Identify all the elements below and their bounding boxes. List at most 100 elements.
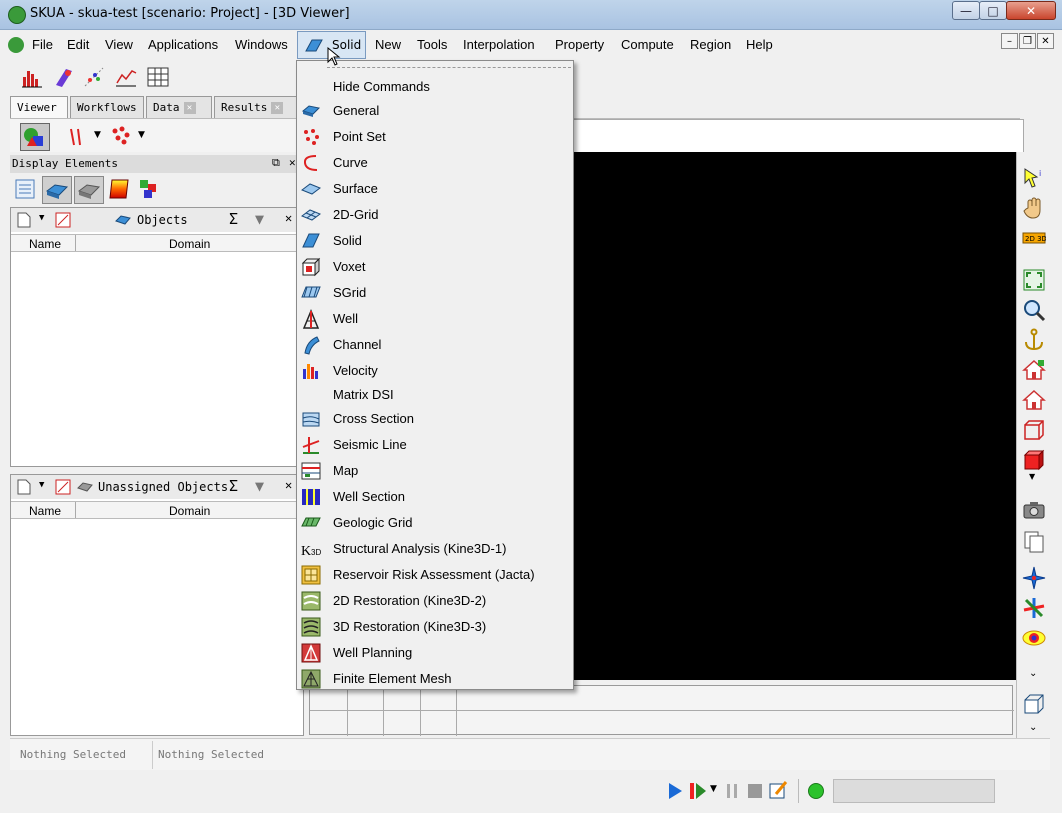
close-icon[interactable]: ✕ (289, 156, 296, 169)
menu-edit[interactable]: Edit (67, 37, 89, 52)
color-eye-icon[interactable] (1022, 626, 1046, 650)
chevron-down-icon[interactable]: ▼ (138, 130, 145, 140)
menu-item-channel[interactable]: Channel (299, 332, 571, 358)
menu-view[interactable]: View (105, 37, 133, 52)
anchor-icon[interactable] (1022, 328, 1046, 352)
menu-property[interactable]: Property (555, 37, 604, 52)
chevron-down-icon[interactable]: ▼ (39, 480, 44, 490)
sum-icon[interactable]: Σ (229, 210, 238, 228)
camera-icon[interactable] (1022, 498, 1046, 522)
tab-results[interactable]: Results ✕ (214, 96, 298, 118)
compass-icon[interactable] (1022, 566, 1046, 590)
property-icon[interactable] (138, 178, 162, 200)
menu-tools[interactable]: Tools (417, 37, 447, 52)
histogram-icon[interactable] (20, 65, 44, 89)
menu-item-structural-analysis-kine3d-1[interactable]: K 3D Structural Analysis (Kine3D-1) (299, 536, 571, 562)
solid-box-icon[interactable] (1022, 448, 1046, 472)
wireframe-box-icon[interactable] (1022, 418, 1046, 442)
tab-close-icon[interactable]: ✕ (271, 102, 284, 114)
menu-new[interactable]: New (375, 37, 401, 52)
zoom-icon[interactable] (1022, 298, 1046, 322)
menu-item-finite-element-mesh[interactable]: Finite Element Mesh (299, 666, 571, 692)
crossplot-icon[interactable] (52, 65, 76, 89)
objects-view-button[interactable] (42, 176, 72, 204)
column-domain[interactable]: Domain (169, 504, 210, 518)
stop-icon[interactable] (746, 781, 764, 801)
unassigned-view-button[interactable] (74, 176, 104, 204)
close-icon[interactable]: ✕ (285, 478, 292, 492)
menu-item-3d-restoration-kine3d-3[interactable]: 3D Restoration (Kine3D-3) (299, 614, 571, 640)
tab-close-icon[interactable]: ✕ (183, 102, 196, 114)
filter-list-icon[interactable] (55, 479, 71, 495)
menu-item-cross-section[interactable]: Cross Section (299, 406, 571, 432)
menu-help[interactable]: Help (746, 37, 773, 52)
edit-script-icon[interactable] (768, 780, 788, 800)
column-name[interactable]: Name (29, 237, 61, 251)
funnel-icon[interactable]: ▼ (255, 477, 264, 495)
2d-3d-toggle-icon[interactable]: 2D 3D (1022, 226, 1046, 250)
colormap-icon[interactable] (108, 178, 130, 200)
menu-item-well-section[interactable]: Well Section (299, 484, 571, 510)
copy-icon[interactable] (1022, 530, 1046, 554)
play-icon[interactable] (666, 781, 684, 801)
menu-item-solid[interactable]: Solid (299, 228, 571, 254)
chevron-down-icon[interactable]: ▼ (710, 784, 717, 794)
menu-item-well[interactable]: Well (299, 306, 571, 332)
menu-item-map[interactable]: Map (299, 458, 571, 484)
menu-item-velocity[interactable]: Velocity (299, 358, 571, 384)
cube-view-icon[interactable] (1022, 692, 1046, 716)
float-icon[interactable]: ⧉ (272, 156, 280, 170)
chevron-down-icon[interactable]: ▼ (39, 213, 44, 223)
menu-item-point-set[interactable]: Point Set (299, 124, 571, 150)
menu-interpolation[interactable]: Interpolation (463, 37, 535, 52)
menu-item-curve[interactable]: Curve (299, 150, 571, 176)
menu-item-2d-restoration-kine3d-2[interactable]: 2D Restoration (Kine3D-2) (299, 588, 571, 614)
mdi-minimize-button[interactable]: – (1001, 33, 1018, 49)
display-objects-button[interactable] (20, 123, 50, 151)
mdi-restore-button[interactable]: ❐ (1019, 33, 1036, 49)
pause-icon[interactable] (724, 781, 740, 801)
menu-item-reservoir-risk-assessment-jacta[interactable]: Reservoir Risk Assessment (Jacta) (299, 562, 571, 588)
line-plot-icon[interactable] (114, 65, 138, 89)
spreadsheet-icon[interactable] (146, 65, 170, 89)
menu-applications[interactable]: Applications (148, 37, 218, 52)
new-document-icon[interactable] (17, 212, 31, 228)
close-button[interactable]: ✕ (1006, 1, 1056, 20)
menu-item-surface[interactable]: Surface (299, 176, 571, 202)
step-icon[interactable] (688, 781, 708, 801)
app-menu-icon[interactable] (8, 37, 24, 53)
chevron-down-icon[interactable]: ⌄ (1029, 668, 1037, 679)
funnel-icon[interactable]: ▼ (255, 210, 264, 228)
dip-icon[interactable] (66, 127, 86, 147)
tab-data[interactable]: Data ✕ (146, 96, 212, 118)
3d-viewport[interactable] (572, 152, 1016, 680)
menu-compute[interactable]: Compute (621, 37, 674, 52)
mdi-close-button[interactable]: ✕ (1037, 33, 1054, 49)
tab-workflows[interactable]: Workflows (70, 96, 144, 118)
menu-item-seismic-line[interactable]: Seismic Line (299, 432, 571, 458)
pan-hand-icon[interactable] (1022, 196, 1046, 220)
new-document-icon[interactable] (17, 479, 31, 495)
tab-viewer[interactable]: Viewer (10, 96, 68, 119)
select-pointer-icon[interactable]: i (1022, 166, 1046, 190)
points-icon[interactable] (110, 125, 132, 147)
menu-item-general[interactable]: General (299, 98, 571, 124)
axes-icon[interactable] (1022, 596, 1046, 620)
chevron-down-icon[interactable]: ▼ (1029, 472, 1035, 481)
home-icon[interactable] (1022, 388, 1046, 412)
menu-item-2d-grid[interactable]: 2D-Grid (299, 202, 571, 228)
column-domain[interactable]: Domain (169, 237, 210, 251)
chevron-down-icon[interactable]: ⌄ (1029, 722, 1037, 733)
menu-item-voxet[interactable]: Voxet (299, 254, 571, 280)
menu-item-geologic-grid[interactable]: Geologic Grid (299, 510, 571, 536)
menu-item-matrix-dsi[interactable]: Matrix DSI (299, 382, 571, 408)
fit-view-icon[interactable] (1022, 268, 1046, 292)
close-icon[interactable]: ✕ (285, 211, 292, 225)
menu-tearoff-separator[interactable] (327, 67, 571, 68)
maximize-button[interactable]: □ (979, 1, 1007, 20)
scatter-icon[interactable] (82, 65, 106, 89)
menu-region[interactable]: Region (690, 37, 731, 52)
menu-windows[interactable]: Windows (235, 37, 288, 52)
menu-file[interactable]: File (32, 37, 53, 52)
menu-item-well-planning[interactable]: Well Planning (299, 640, 571, 666)
